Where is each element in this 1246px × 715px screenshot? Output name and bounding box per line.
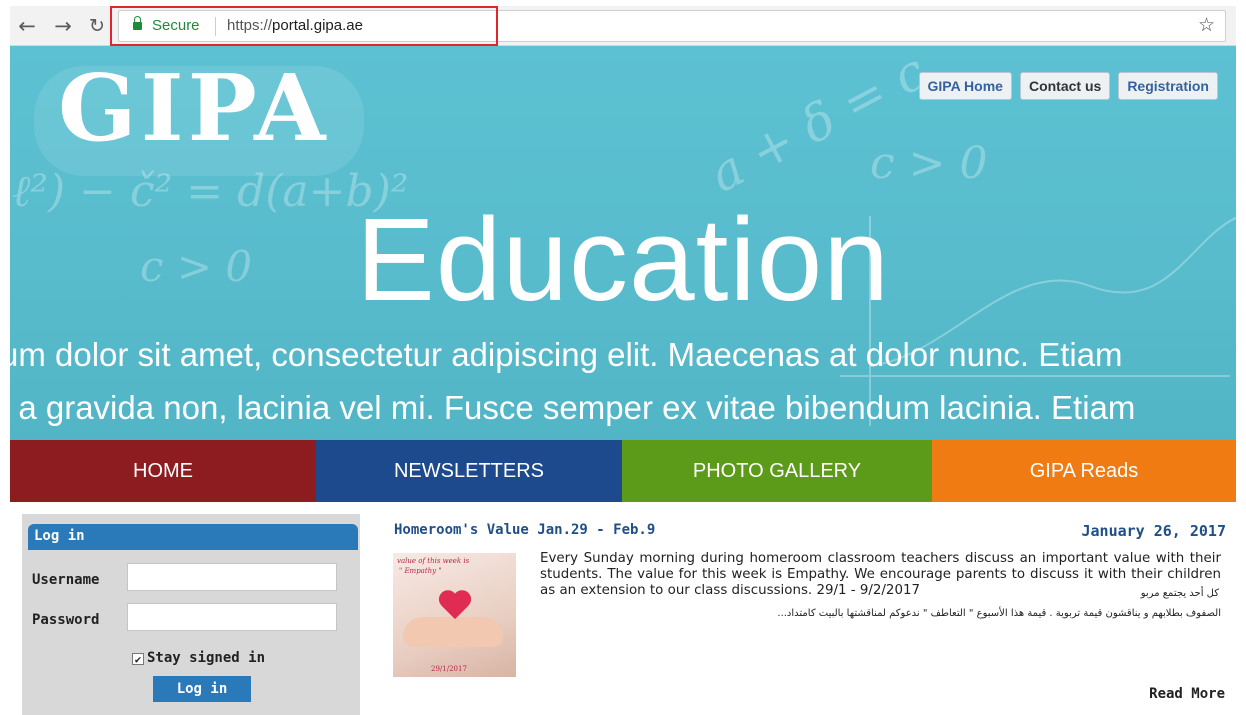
- menu-item-gipa-reads[interactable]: GIPA Reads: [932, 440, 1236, 502]
- read-more-link[interactable]: Read More: [1149, 686, 1225, 702]
- browser-toolbar: ← → ↻ Secure https://portal.gipa.ae ☆: [10, 6, 1236, 46]
- gipa-logo[interactable]: GIPA: [58, 62, 329, 154]
- news-thumbnail[interactable]: value of this week is " Empathy " 29/1/2…: [393, 553, 516, 677]
- star-icon[interactable]: ☆: [1198, 14, 1215, 36]
- top-links: GIPA Home Contact us Registration: [918, 72, 1218, 100]
- news-body-ar-line-1: كل أحد يجتمع مربو: [1140, 588, 1219, 599]
- banner-text-line-1: um dolor sit amet, consectetur adipiscin…: [10, 336, 1123, 373]
- secure-label: Secure: [152, 17, 200, 34]
- news-body-ar-line-2: الصفوف بطلابهم و يناقشون قيمة تربوية . ق…: [777, 608, 1221, 619]
- url-scheme: https://: [227, 17, 273, 34]
- news-date: January 26, 2017: [1081, 522, 1227, 540]
- news-body-ar: كل أحد يجتمع مربو الصفوف بطلابهم و يناقش…: [540, 588, 1221, 633]
- password-label: Password: [32, 612, 100, 628]
- arrow-right-icon[interactable]: →: [52, 14, 74, 38]
- registration-link[interactable]: Registration: [1118, 72, 1218, 100]
- thumb-caption-value: " Empathy ": [399, 567, 442, 575]
- header-banner: ℓ²) − č² = d(a+b)² c > 0 a + δ = c c > 0…: [10, 46, 1236, 440]
- hands-shape: [403, 617, 503, 647]
- username-field[interactable]: [127, 563, 337, 591]
- address-separator: [215, 17, 216, 36]
- contact-us-link[interactable]: Contact us: [1019, 72, 1111, 100]
- menu-item-photo-gallery[interactable]: PHOTO GALLERY: [622, 440, 932, 502]
- lock-icon: [133, 16, 142, 30]
- menu-item-home[interactable]: HOME: [10, 440, 316, 502]
- url-text[interactable]: https://portal.gipa.ae: [227, 17, 363, 34]
- heart-icon: [439, 591, 471, 621]
- news-title[interactable]: Homeroom's Value Jan.29 - Feb.9: [394, 522, 655, 538]
- username-label: Username: [32, 572, 100, 588]
- stay-signed-in-label: Stay signed in: [147, 650, 266, 666]
- hero-heading: Education: [356, 194, 890, 326]
- thumb-date: 29/1/2017: [431, 665, 467, 673]
- arrow-left-icon[interactable]: ←: [16, 14, 38, 38]
- password-field[interactable]: [127, 603, 337, 631]
- login-title: Log in: [28, 524, 358, 550]
- reload-icon[interactable]: ↻: [86, 14, 108, 38]
- stay-signed-in[interactable]: ✔ Stay signed in: [132, 650, 265, 666]
- banner-text-line-2: t a gravida non, lacinia vel mi. Fusce s…: [10, 389, 1136, 426]
- checkbox-checked-icon[interactable]: ✔: [132, 653, 144, 665]
- address-bar[interactable]: Secure https://portal.gipa.ae ☆: [118, 10, 1226, 42]
- login-panel: Log in Username Password ✔ Stay signed in…: [22, 514, 360, 715]
- login-button[interactable]: Log in: [153, 676, 251, 702]
- menu-item-newsletters[interactable]: NEWSLETTERS: [316, 440, 622, 502]
- gipa-home-link[interactable]: GIPA Home: [918, 72, 1012, 100]
- secure-indicator[interactable]: Secure: [133, 16, 200, 34]
- math-scribble: c > 0: [870, 138, 988, 189]
- main-menu: HOME NEWSLETTERS PHOTO GALLERY GIPA Read…: [10, 440, 1236, 502]
- url-host: portal.gipa.ae: [272, 17, 363, 34]
- thumb-caption: value of this week is: [397, 557, 470, 565]
